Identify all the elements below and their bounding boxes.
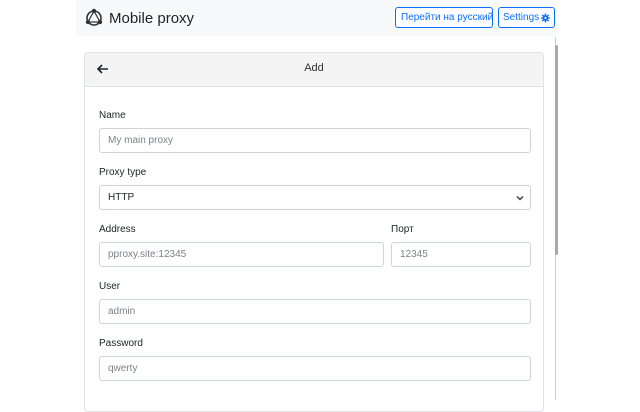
name-input[interactable]: My main proxy — [99, 128, 531, 153]
chevron-down-icon — [516, 196, 524, 201]
settings-button[interactable]: Settings — [498, 7, 555, 28]
password-label: Password — [99, 338, 143, 349]
name-placeholder: My main proxy — [108, 135, 174, 146]
proxy-type-label: Proxy type — [99, 167, 147, 178]
address-placeholder: pproxy.site:12345 — [108, 249, 187, 260]
app-logo-icon — [85, 8, 103, 26]
user-placeholder: admin — [108, 306, 136, 317]
port-input[interactable]: 12345 — [391, 242, 531, 267]
password-placeholder: qwerty — [108, 363, 138, 374]
user-input[interactable]: admin — [99, 299, 531, 324]
scrollbar-thumb[interactable] — [555, 45, 558, 255]
password-input[interactable]: qwerty — [99, 356, 531, 381]
switch-language-label: Перейти на русский — [401, 12, 494, 23]
card-title: Add — [304, 62, 324, 74]
brand: Mobile proxy — [84, 6, 194, 30]
address-label: Address — [99, 224, 136, 235]
proxy-type-value: HTTP — [108, 192, 135, 203]
user-label: User — [99, 281, 121, 292]
gear-icon — [541, 13, 550, 22]
card-header: Add — [85, 53, 543, 87]
proxy-type-select[interactable]: HTTP — [99, 185, 531, 210]
switch-language-button[interactable]: Перейти на русский — [395, 7, 493, 28]
address-input[interactable]: pproxy.site:12345 — [99, 242, 384, 267]
add-proxy-card: Add Name My main proxy Proxy type HTTP A… — [84, 52, 544, 412]
settings-label: Settings — [503, 12, 540, 23]
app-title: Mobile proxy — [109, 9, 195, 27]
port-label: Порт — [391, 224, 414, 235]
name-label: Name — [99, 110, 126, 121]
port-placeholder: 12345 — [400, 249, 428, 260]
